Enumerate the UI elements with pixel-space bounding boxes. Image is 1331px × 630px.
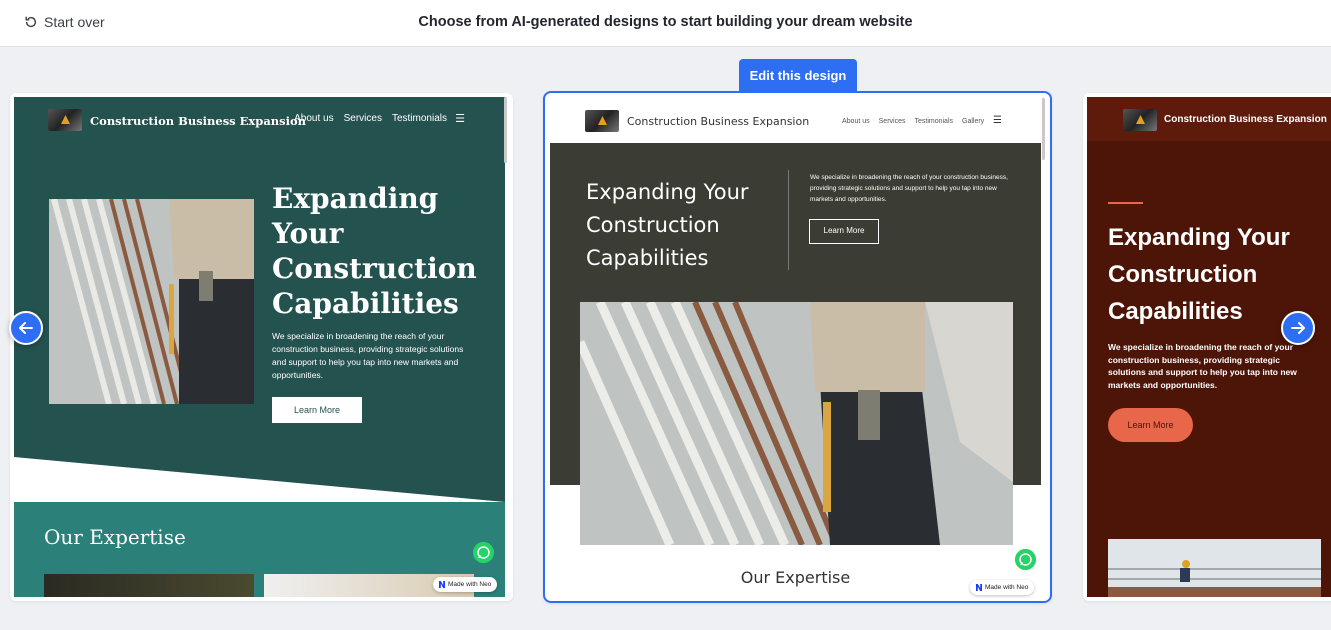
made-with-label: Made with Neo (985, 584, 1029, 591)
brand-name: Construction Business Expansion (90, 114, 307, 128)
hamburger-menu-icon: ☰ (993, 115, 1002, 126)
nav-item-gallery: Gallery (962, 118, 985, 125)
hero-description: We specialize in broadening the reach of… (1108, 342, 1297, 390)
learn-more-button: Learn More (1108, 408, 1193, 442)
design-card-left[interactable]: Construction Business Expansion About us… (10, 93, 513, 601)
expertise-photo (1108, 539, 1321, 597)
accent-line (1108, 202, 1143, 204)
next-design-button[interactable] (1281, 311, 1315, 345)
nav-item-services: Services (343, 113, 382, 124)
nav-menu: About us Services Testimonials Gallery (842, 118, 984, 125)
scrollbar[interactable] (1042, 98, 1045, 160)
made-with-neo-badge: Made with Neo (433, 577, 498, 592)
hero-photo (49, 199, 254, 404)
brand-name: Construction Business Expansion (1164, 114, 1327, 125)
top-bar: Start over Choose from AI-generated desi… (0, 0, 1331, 47)
brand-name: Construction Business Expansion (627, 115, 810, 128)
design-preview-right: Construction Business Expansion Expandin… (1087, 97, 1331, 597)
nav-item-testimonials: Testimonials (391, 113, 447, 124)
design-card-right[interactable]: Construction Business Expansion Expandin… (1083, 93, 1331, 601)
whatsapp-icon (1015, 549, 1036, 570)
previous-design-button[interactable] (9, 311, 43, 345)
nav-item-services: Services (878, 118, 906, 125)
hero-photo (580, 302, 1013, 545)
whatsapp-icon (473, 542, 494, 563)
learn-more-button: Learn More (809, 219, 879, 244)
brand-logo (48, 109, 82, 131)
hamburger-menu-icon: ☰ (455, 113, 465, 125)
learn-more-button: Learn More (272, 397, 362, 423)
section-title: Our Expertise (44, 525, 186, 549)
expertise-thumbnail (44, 574, 254, 597)
scrollbar[interactable] (504, 97, 507, 163)
nav-item-about: About us (842, 118, 870, 125)
divider (788, 170, 789, 270)
hero-description: We specialize in broadening the reach of… (272, 331, 464, 380)
design-preview-left: Construction Business Expansion About us… (14, 97, 505, 597)
arrow-left-icon (19, 322, 33, 334)
made-with-neo-badge: Made with Neo (970, 580, 1035, 595)
brand-logo (585, 110, 619, 132)
nav-item-testimonials: Testimonials (914, 118, 953, 125)
neo-logo-icon (976, 584, 982, 591)
page-title: Choose from AI-generated designs to star… (418, 14, 913, 30)
nav-item-about: About us (294, 113, 334, 124)
edit-design-button[interactable]: Edit this design (739, 59, 857, 93)
nav-menu: About us Services Testimonials (294, 113, 447, 124)
hero-headline: Expanding Your Construction Capabilities (586, 180, 749, 270)
arrow-right-icon (1291, 322, 1305, 334)
section-title: Our Expertise (740, 568, 851, 587)
design-preview-middle: Construction Business Expansion About us… (550, 98, 1041, 598)
hero-description: We specialize in broadening the reach of… (810, 174, 1008, 203)
made-with-label: Made with Neo (448, 581, 492, 588)
hero-headline: Expanding Your Construction Capabilities (272, 182, 477, 320)
design-card-middle[interactable]: Construction Business Expansion About us… (543, 91, 1052, 603)
brand-logo (1123, 109, 1157, 131)
neo-logo-icon (439, 581, 445, 588)
